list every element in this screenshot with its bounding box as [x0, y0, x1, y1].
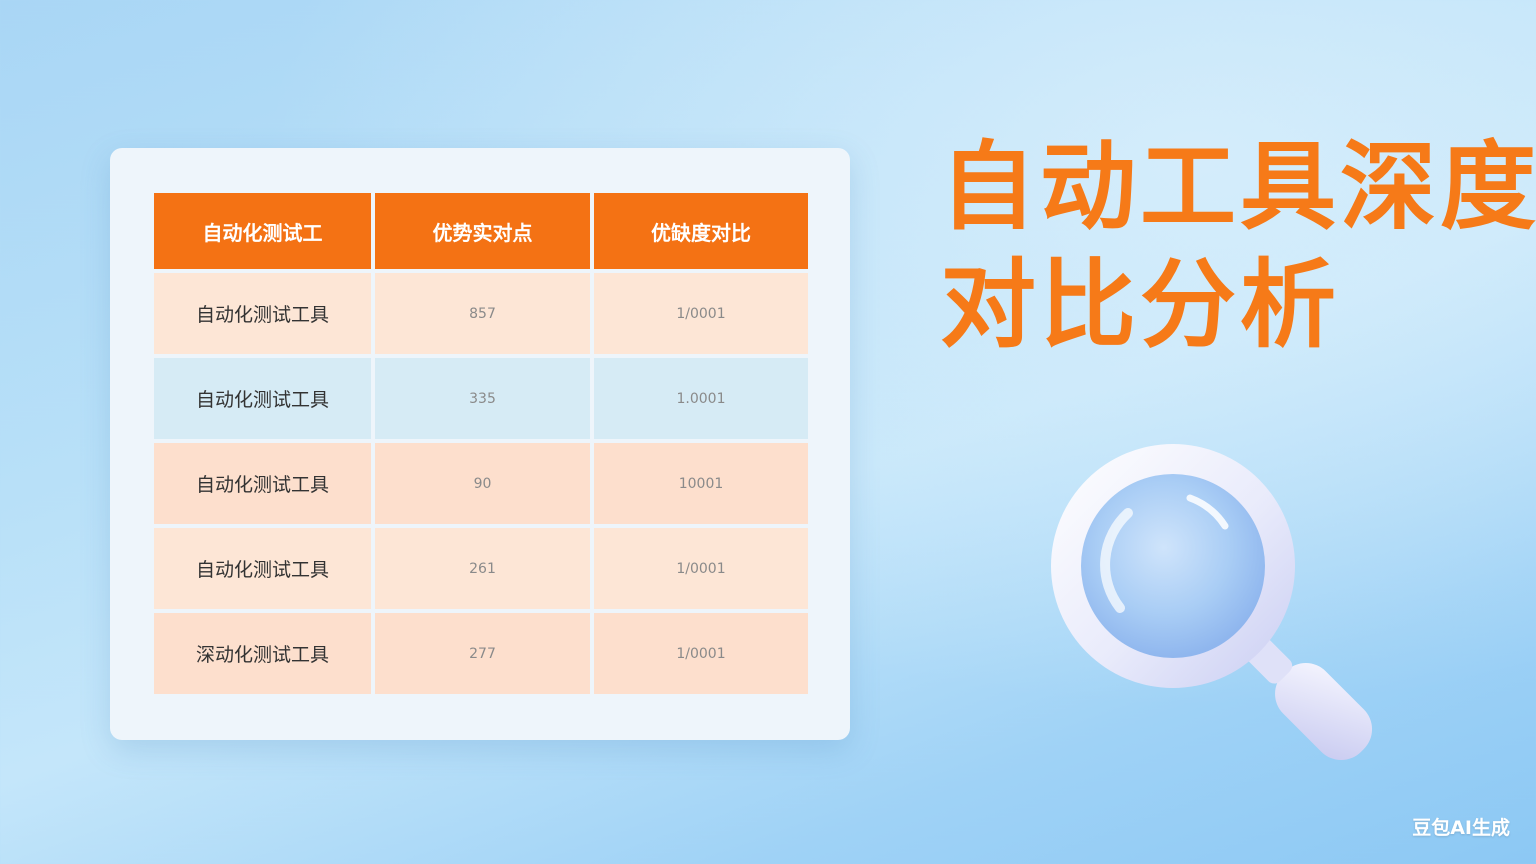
- table-cell-value: 1/0001: [594, 613, 808, 694]
- table-header-row: 自动化测试工 优势实对点 优缺度对比: [154, 193, 808, 269]
- table-header-tool: 自动化测试工: [154, 193, 371, 269]
- table-cell-name: 自动化测试工具: [154, 528, 371, 609]
- table-row: 自动化测试工具 90 10001: [154, 443, 808, 524]
- page-title: 自动工具深度 对比分析: [940, 128, 1536, 364]
- table-cell-value: 90: [375, 443, 590, 524]
- table-cell-value: 10001: [594, 443, 808, 524]
- table-header-advantage: 优势实对点: [375, 193, 590, 269]
- magnifying-glass-icon: [1040, 438, 1380, 768]
- table-row: 自动化测试工具 261 1/0001: [154, 528, 808, 609]
- page-title-line-2: 对比分析: [940, 249, 1340, 361]
- table-cell-value: 335: [375, 358, 590, 439]
- table-cell-name: 自动化测试工具: [154, 443, 371, 524]
- comparison-card: 自动化测试工 优势实对点 优缺度对比 自动化测试工具 857 1/0001 自动…: [110, 148, 850, 740]
- table-row: 深动化测试工具 277 1/0001: [154, 613, 808, 694]
- table-header-comparison: 优缺度对比: [594, 193, 808, 269]
- table-cell-value: 1/0001: [594, 528, 808, 609]
- table-row: 自动化测试工具 857 1/0001: [154, 273, 808, 354]
- table-cell-value: 857: [375, 273, 590, 354]
- table-cell-value: 261: [375, 528, 590, 609]
- table-cell-value: 277: [375, 613, 590, 694]
- table-row: 自动化测试工具 335 1.0001: [154, 358, 808, 439]
- page-title-line-1: 自动工具深度: [940, 131, 1536, 243]
- table-cell-value: 1/0001: [594, 273, 808, 354]
- table-cell-name: 深动化测试工具: [154, 613, 371, 694]
- comparison-table: 自动化测试工 优势实对点 优缺度对比 自动化测试工具 857 1/0001 自动…: [150, 189, 812, 698]
- watermark-text: 豆包AI生成: [1412, 817, 1510, 839]
- table-cell-name: 自动化测试工具: [154, 358, 371, 439]
- table-cell-name: 自动化测试工具: [154, 273, 371, 354]
- table-cell-value: 1.0001: [594, 358, 808, 439]
